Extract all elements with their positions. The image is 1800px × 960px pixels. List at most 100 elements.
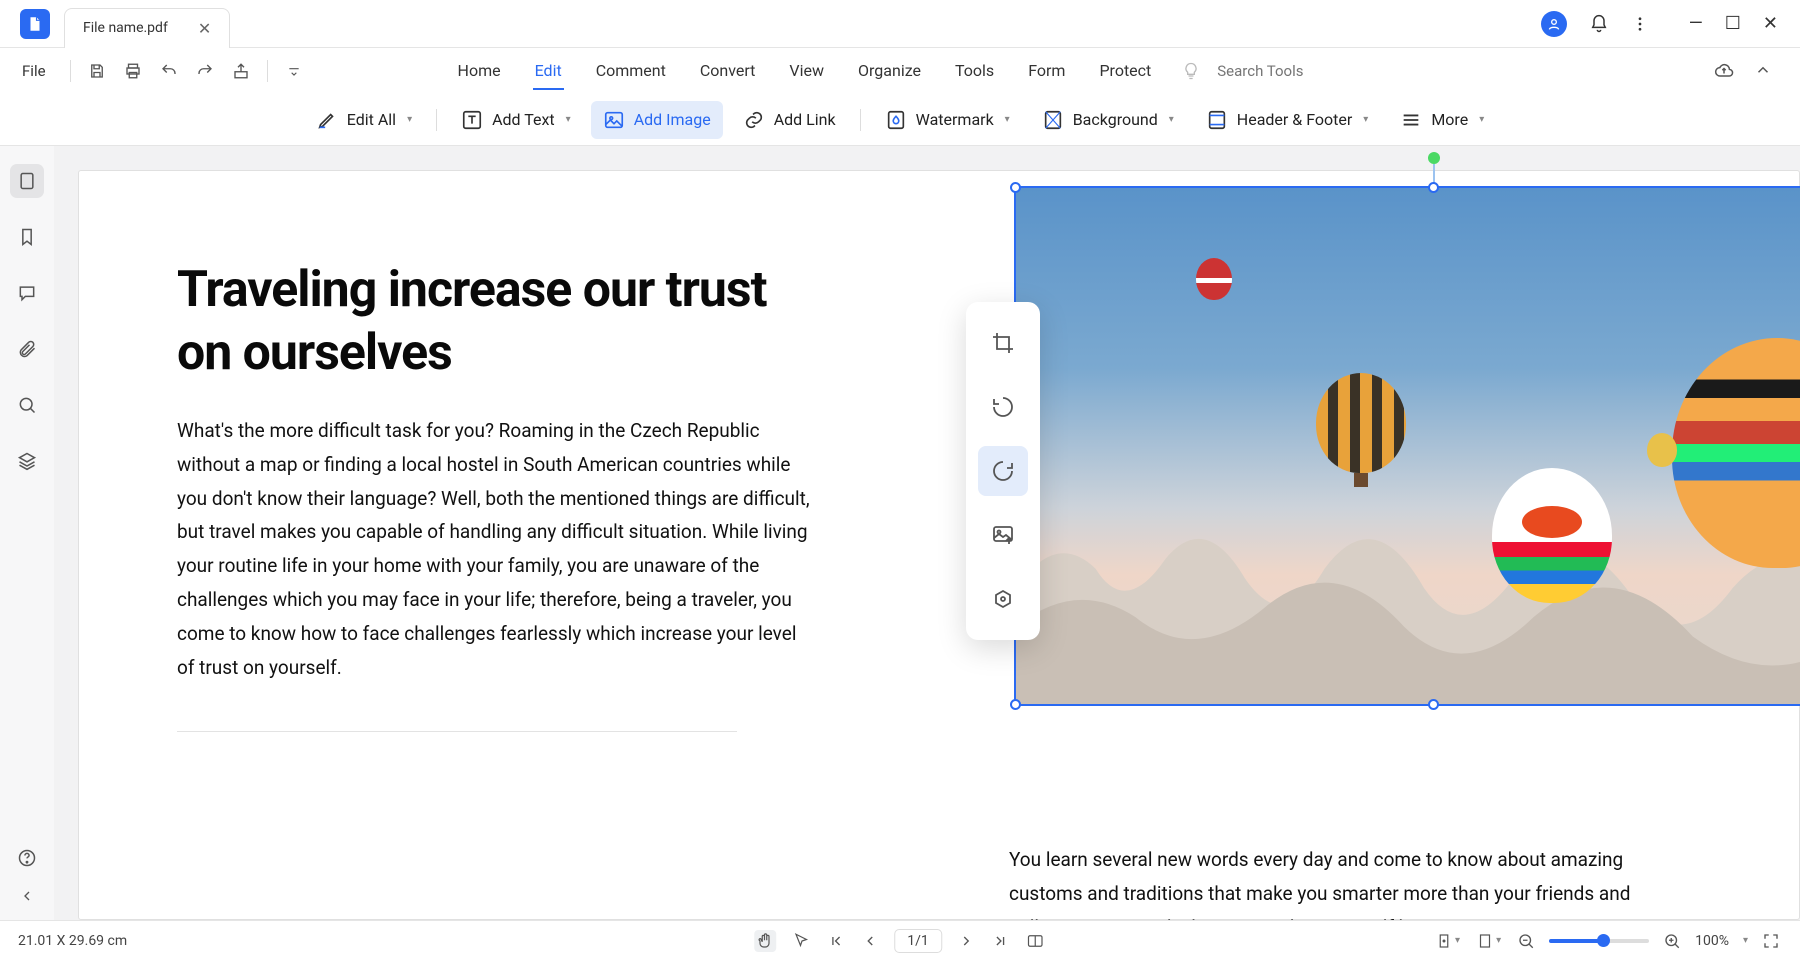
sidebar-attachments[interactable] (10, 332, 44, 366)
left-sidebar (0, 146, 54, 920)
search-tools-input[interactable] (1209, 58, 1349, 84)
last-page-icon[interactable] (990, 931, 1010, 951)
hand-tool-icon[interactable] (754, 930, 776, 952)
menu-tab-tools[interactable]: Tools (953, 53, 996, 90)
sidebar-thumbnails[interactable] (10, 164, 44, 198)
rotation-handle[interactable] (1428, 152, 1440, 164)
user-account-icon[interactable] (1541, 11, 1567, 37)
tab-close-icon[interactable]: ✕ (198, 19, 211, 38)
image-icon (603, 109, 625, 131)
document-tab[interactable]: File name.pdf ✕ (64, 8, 230, 48)
save-icon[interactable] (83, 58, 111, 84)
edit-all-label: Edit All (347, 110, 396, 129)
fullscreen-icon[interactable] (1760, 930, 1782, 952)
chevron-down-icon: ▾ (1169, 114, 1174, 125)
prev-page-icon[interactable] (860, 931, 880, 951)
kebab-menu-icon[interactable] (1631, 15, 1649, 33)
background-button[interactable]: Background ▾ (1030, 101, 1186, 139)
sidebar-search[interactable] (10, 388, 44, 422)
quick-access-bar: File Home Edit Comment Convert View Orga… (0, 48, 1800, 94)
document-heading: Traveling increase our trust on ourselve… (177, 259, 817, 384)
page-layout-icon[interactable]: ▾ (1474, 930, 1503, 952)
background-icon (1042, 109, 1064, 131)
add-text-label: Add Text (492, 110, 555, 129)
menu-tab-organize[interactable]: Organize (856, 53, 923, 90)
selected-image[interactable] (1014, 186, 1800, 706)
document-paragraph-2: You learn several new words every day an… (1009, 843, 1669, 920)
fit-width-icon[interactable]: ▾ (1433, 930, 1462, 952)
inserted-image-content (1016, 188, 1800, 704)
sidebar-help[interactable] (17, 848, 37, 868)
resize-handle-tm[interactable] (1428, 182, 1439, 193)
lightbulb-icon (1181, 61, 1201, 81)
menu-tab-view[interactable]: View (787, 53, 826, 90)
watermark-label: Watermark (916, 110, 994, 129)
share-icon[interactable] (227, 58, 255, 84)
opacity-button[interactable] (978, 574, 1028, 624)
crop-button[interactable] (978, 318, 1028, 368)
more-label: More (1431, 110, 1468, 129)
more-list-icon (1400, 109, 1422, 131)
sidebar-comments[interactable] (10, 276, 44, 310)
sidebar-collapse[interactable] (19, 888, 35, 904)
resize-handle-bl[interactable] (1010, 699, 1021, 710)
menu-tab-edit[interactable]: Edit (533, 53, 564, 90)
close-button[interactable]: ✕ (1763, 13, 1778, 34)
page-dimensions: 21.01 X 29.69 cm (18, 933, 127, 949)
undo-icon[interactable] (155, 58, 183, 84)
select-tool-icon[interactable] (790, 930, 812, 952)
redo-icon[interactable] (191, 58, 219, 84)
background-label: Background (1073, 110, 1158, 129)
menu-tab-protect[interactable]: Protect (1097, 53, 1153, 90)
rotation-connector (1433, 164, 1435, 184)
customize-dropdown-icon[interactable] (280, 60, 308, 82)
zoom-out-icon[interactable] (1515, 930, 1537, 952)
watermark-button[interactable]: Watermark ▾ (873, 101, 1022, 139)
zoom-slider[interactable] (1549, 939, 1649, 943)
header-footer-button[interactable]: Header & Footer ▾ (1194, 101, 1381, 139)
add-image-label: Add Image (634, 110, 711, 129)
chevron-down-icon: ▾ (407, 114, 412, 125)
text-box-icon (461, 109, 483, 131)
rotate-ccw-button[interactable] (978, 382, 1028, 432)
reading-mode-icon[interactable] (1024, 930, 1046, 952)
file-menu[interactable]: File (18, 58, 50, 84)
app-logo (20, 9, 50, 39)
zoom-value: 100% (1695, 933, 1729, 949)
print-icon[interactable] (119, 58, 147, 84)
sidebar-layers[interactable] (10, 444, 44, 478)
menu-tab-form[interactable]: Form (1026, 53, 1067, 90)
zoom-slider-thumb[interactable] (1597, 934, 1610, 947)
image-edit-toolbar (966, 302, 1040, 640)
menu-tab-home[interactable]: Home (456, 53, 503, 90)
resize-handle-bm[interactable] (1428, 699, 1439, 710)
chevron-down-icon[interactable]: ▾ (1743, 935, 1748, 946)
add-link-button[interactable]: Add Link (731, 101, 848, 139)
title-bar: File name.pdf ✕ — ☐ ✕ (0, 0, 1800, 48)
edit-pencil-icon (316, 109, 338, 131)
maximize-button[interactable]: ☐ (1725, 13, 1741, 34)
minimize-button[interactable]: — (1689, 13, 1703, 34)
rotate-cw-button[interactable] (978, 446, 1028, 496)
notifications-icon[interactable] (1589, 14, 1609, 34)
replace-image-button[interactable] (978, 510, 1028, 560)
separator (267, 60, 268, 82)
cloud-upload-icon[interactable] (1714, 61, 1734, 81)
separator (70, 60, 71, 82)
chevron-down-icon: ▾ (1479, 114, 1484, 125)
main-area: Traveling increase our trust on ourselve… (0, 146, 1800, 920)
sidebar-bookmarks[interactable] (10, 220, 44, 254)
add-text-button[interactable]: Add Text ▾ (449, 101, 583, 139)
next-page-icon[interactable] (956, 931, 976, 951)
edit-all-button[interactable]: Edit All ▾ (304, 101, 424, 139)
zoom-in-icon[interactable] (1661, 930, 1683, 952)
first-page-icon[interactable] (826, 931, 846, 951)
menu-tab-comment[interactable]: Comment (594, 53, 668, 90)
page-indicator[interactable]: 1/1 (894, 929, 942, 953)
resize-handle-tl[interactable] (1010, 182, 1021, 193)
add-image-button[interactable]: Add Image (591, 101, 723, 139)
collapse-ribbon-icon[interactable] (1754, 61, 1772, 81)
menu-tab-convert[interactable]: Convert (698, 53, 758, 90)
more-button[interactable]: More ▾ (1388, 101, 1496, 139)
document-canvas[interactable]: Traveling increase our trust on ourselve… (54, 146, 1800, 920)
